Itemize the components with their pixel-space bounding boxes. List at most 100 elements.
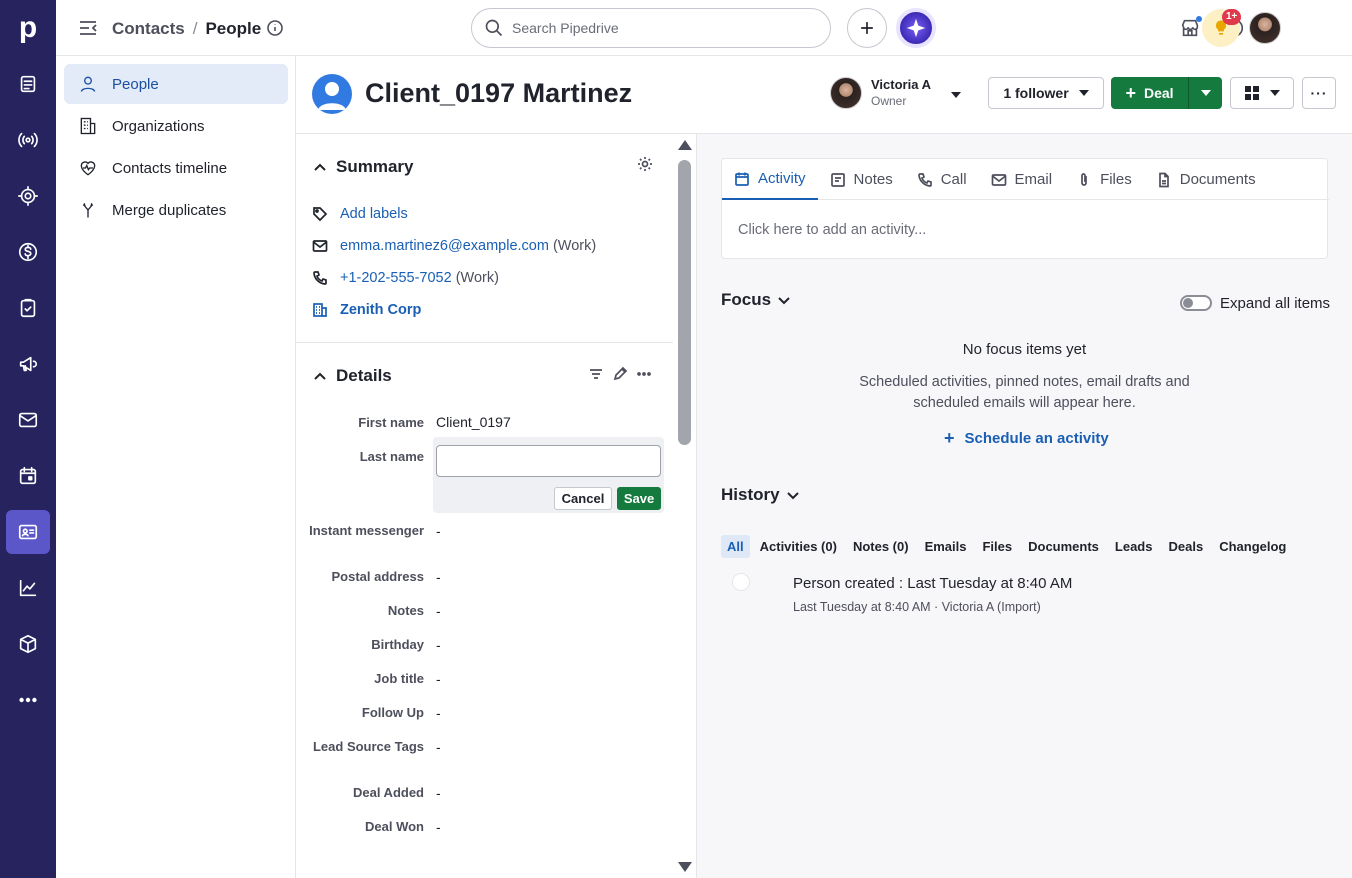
breadcrumb-separator: / [192, 19, 198, 38]
history-tab-changelog[interactable]: Changelog [1213, 535, 1292, 558]
sidebar-item-merge-duplicates[interactable]: Merge duplicates [64, 190, 288, 230]
tab-label: Files [1100, 171, 1132, 188]
user-avatar[interactable] [1249, 12, 1281, 44]
contacts-sidebar: People Organizations Contacts timeline M… [56, 56, 296, 878]
search-box[interactable] [471, 8, 831, 48]
mail-icon[interactable] [6, 398, 50, 442]
collapse-menu-icon[interactable] [76, 16, 100, 40]
cancel-button[interactable]: Cancel [554, 487, 612, 510]
chevron-up-icon [314, 163, 326, 171]
edit-pencil-icon[interactable] [612, 366, 628, 385]
scroll-up-arrow[interactable] [678, 140, 692, 150]
last-name-input[interactable] [436, 445, 661, 477]
pipedrive-logo[interactable]: p [0, 0, 56, 56]
calendar-icon [735, 172, 749, 186]
tab-documents[interactable]: Documents [1144, 159, 1268, 200]
gear-icon [638, 157, 652, 171]
save-button[interactable]: Save [617, 487, 661, 510]
field-value-birthday[interactable]: - [436, 637, 441, 653]
owner-selector[interactable]: Victoria A Owner [830, 76, 961, 109]
field-value-job-title[interactable]: - [436, 671, 441, 687]
section-divider [296, 342, 673, 343]
tab-activity[interactable]: Activity [722, 159, 818, 200]
details-section-header[interactable]: Details [312, 366, 392, 386]
history-section-header[interactable]: History [721, 485, 800, 505]
field-value-postal-address[interactable]: - [436, 569, 441, 585]
owner-name: Victoria A [871, 77, 931, 92]
field-value-instant-messenger[interactable]: - [436, 523, 441, 539]
leads-inbox-icon[interactable] [6, 62, 50, 106]
organization-link[interactable]: Zenith Corp [340, 302, 421, 318]
expand-all-toggle[interactable] [1180, 295, 1212, 311]
sidebar-item-contacts-timeline[interactable]: Contacts timeline [64, 148, 288, 188]
tag-icon [313, 207, 328, 222]
calendar-icon[interactable] [6, 454, 50, 498]
broadcast-icon[interactable] [6, 118, 50, 162]
add-labels-link[interactable]: Add labels [340, 206, 408, 222]
field-value-notes[interactable]: - [436, 603, 441, 619]
sidebar-item-label: Organizations [112, 117, 205, 135]
marketplace-icon[interactable] [1176, 14, 1204, 42]
history-tab-notes[interactable]: Notes (0) [847, 535, 915, 558]
mail-icon [312, 240, 328, 252]
summary-title: Summary [336, 157, 414, 176]
history-tab-leads[interactable]: Leads [1109, 535, 1159, 558]
breadcrumb: Contacts / People [112, 17, 284, 41]
building-icon [80, 117, 96, 135]
history-tab-emails[interactable]: Emails [919, 535, 973, 558]
history-tab-deals[interactable]: Deals [1162, 535, 1209, 558]
add-deal-button[interactable]: + Deal [1111, 77, 1189, 109]
summary-section-header[interactable]: Summary [312, 157, 413, 177]
history-tab-activities[interactable]: Activities (0) [754, 535, 843, 558]
more-actions-button[interactable]: ··· [1302, 77, 1336, 109]
history-tab-all[interactable]: All [721, 535, 750, 558]
tab-call[interactable]: Call [905, 159, 979, 200]
tab-files[interactable]: Files [1064, 159, 1144, 200]
layout-switch-button[interactable] [1230, 77, 1294, 109]
history-tab-files[interactable]: Files [976, 535, 1018, 558]
search-input[interactable] [512, 20, 812, 36]
tab-email[interactable]: Email [979, 159, 1065, 200]
activity-input-placeholder[interactable]: Click here to add an activity... [738, 222, 926, 238]
plus-icon: + [1125, 83, 1136, 103]
add-labels-row[interactable]: Add labels [312, 206, 408, 222]
tab-label: Notes [853, 171, 893, 188]
chart-icon[interactable] [6, 566, 50, 610]
field-value-lead-source-tags[interactable]: - [436, 739, 441, 755]
field-value-first-name[interactable]: Client_0197 [436, 414, 511, 430]
breadcrumb-people: People [205, 19, 262, 38]
history-tab-documents[interactable]: Documents [1022, 535, 1105, 558]
box-icon[interactable] [6, 622, 50, 666]
schedule-activity-link[interactable]: + Schedule an activity [944, 429, 1109, 447]
field-value-deal-won[interactable]: - [436, 819, 441, 835]
breadcrumb-contacts[interactable]: Contacts [112, 19, 185, 39]
phone-link[interactable]: +1-202-555-7052 [340, 270, 452, 286]
scroll-down-arrow[interactable] [678, 862, 692, 872]
more-dots-icon[interactable] [636, 366, 652, 385]
megaphone-icon[interactable] [6, 342, 50, 386]
deal-dropdown-button[interactable] [1189, 77, 1222, 109]
email-link[interactable]: emma.martinez6@example.com [340, 238, 549, 254]
focus-section-header[interactable]: Focus [721, 290, 791, 310]
quick-add-button[interactable] [847, 8, 887, 48]
contacts-icon[interactable] [6, 510, 50, 554]
target-icon[interactable] [6, 174, 50, 218]
sparkle-icon [906, 18, 926, 38]
dollar-icon[interactable] [6, 230, 50, 274]
details-scrollbar[interactable] [673, 134, 697, 878]
tab-notes[interactable]: Notes [818, 159, 905, 200]
activity-pane: Activity Notes Call Email Files Document… [697, 134, 1352, 878]
scroll-thumb[interactable] [678, 160, 691, 445]
sidebar-item-people[interactable]: People [64, 64, 288, 104]
filter-icon[interactable] [588, 366, 604, 385]
more-icon[interactable] [6, 678, 50, 722]
field-label-first-name: First name [358, 415, 424, 430]
info-icon[interactable] [267, 17, 284, 41]
followers-button[interactable]: 1 follower [988, 77, 1104, 109]
sidebar-item-organizations[interactable]: Organizations [64, 106, 288, 146]
field-value-follow-up[interactable]: - [436, 705, 441, 721]
tasks-icon[interactable] [6, 286, 50, 330]
field-value-deal-added[interactable]: - [436, 785, 441, 801]
summary-settings-button[interactable] [637, 156, 653, 175]
ai-assistant-button[interactable] [896, 8, 936, 48]
